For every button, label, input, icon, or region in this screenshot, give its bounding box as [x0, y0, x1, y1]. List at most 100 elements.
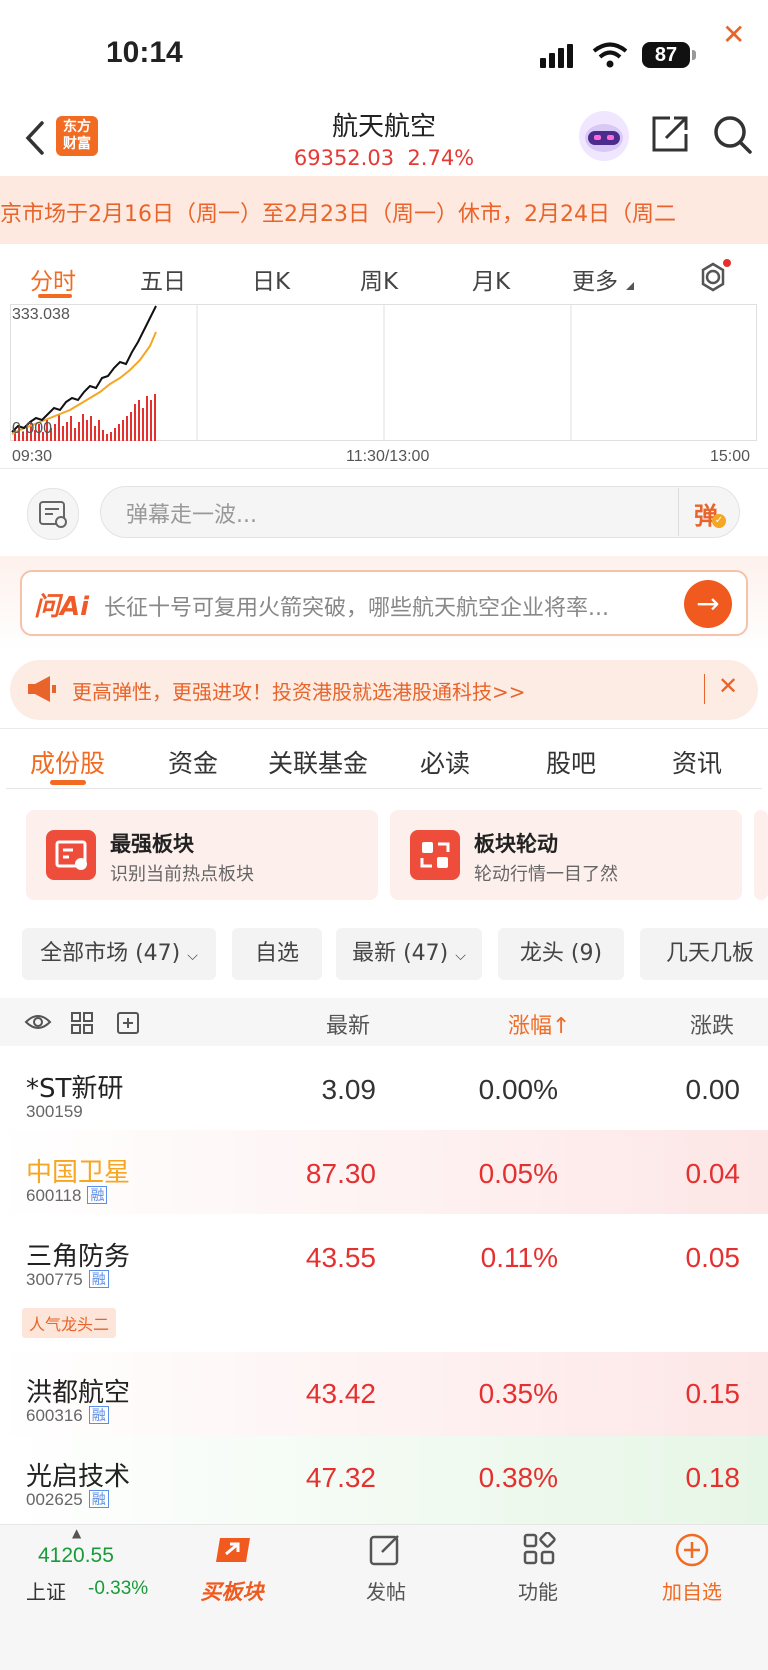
table-row[interactable]: 三角防务 300775 融 人气龙头二 43.55 0.11% 0.05	[0, 1214, 768, 1352]
filter-watchlist[interactable]: 自选	[232, 928, 322, 980]
sse-index-change: -0.33%	[88, 1578, 149, 1599]
filter-latest[interactable]: 最新 (47) ⌵	[336, 928, 482, 980]
stock-name: 洪都航空	[26, 1378, 131, 1408]
sse-index-name: 上证	[26, 1580, 66, 1604]
buy-sector-icon	[216, 1538, 250, 1562]
add-all-icon[interactable]	[116, 1011, 140, 1035]
market-notice-banner[interactable]: 京市场于2月16日（周一）至2月23日（周一）休市，2月24日（周二	[0, 176, 768, 244]
tab-more[interactable]: 更多	[572, 262, 618, 296]
stock-name: *ST新研	[26, 1074, 124, 1104]
battery-icon: 87	[642, 42, 690, 68]
promo-close-icon[interactable]: ✕	[718, 672, 738, 700]
settings-icon[interactable]	[696, 258, 732, 294]
time-start-label: 09:30	[12, 448, 53, 465]
index-change: 2.74%	[407, 146, 475, 170]
danmaku-settings-button[interactable]	[27, 488, 79, 540]
card-subtitle: 识别当前热点板块	[110, 864, 254, 885]
functions-button[interactable]: 功能	[488, 1576, 588, 1605]
tab-underline	[38, 294, 72, 298]
divider	[6, 788, 762, 789]
robot-assistant-icon[interactable]	[578, 110, 630, 162]
margin-badge: 融	[87, 1186, 108, 1204]
tab-constituents[interactable]: 成份股	[30, 744, 105, 780]
card-sector-rotation[interactable]: 板块轮动 轮动行情一目了然	[390, 810, 742, 900]
card-title: 板块轮动	[474, 832, 558, 856]
filter-label: 全部市场 (47)	[40, 941, 181, 966]
column-latest[interactable]: 最新	[326, 1008, 370, 1040]
eye-icon[interactable]	[24, 1012, 52, 1032]
tab-forum[interactable]: 股吧	[546, 744, 596, 780]
ai-go-button[interactable]: →	[684, 580, 732, 628]
section-tab-underline	[50, 780, 86, 785]
code-text: 600118	[26, 1186, 82, 1205]
code-text: 002625	[26, 1490, 83, 1509]
divider	[0, 468, 768, 469]
promo-text: 更高弹性，更强进攻！投资港股就选港股通科技>>	[72, 680, 526, 704]
stock-price: 47.32	[305, 1462, 376, 1493]
stock-code: 300775 融	[26, 1270, 109, 1290]
tab-five-day[interactable]: 五日	[140, 262, 186, 296]
time-mid-label: 11:30/13:00	[346, 448, 430, 465]
danmaku-settings-icon	[39, 501, 67, 528]
chart-high-label: 333.038	[12, 306, 70, 323]
card-strongest-sector[interactable]: 最强板块 识别当前热点板块	[26, 810, 378, 900]
megaphone-icon	[28, 676, 56, 702]
post-button[interactable]: 发帖	[336, 1576, 436, 1605]
table-row[interactable]: 洪都航空 600316 融 43.42 0.35% 0.15	[0, 1352, 768, 1436]
stock-change: 0.00	[685, 1074, 741, 1105]
index-expand-icon[interactable]: ▲	[72, 1526, 81, 1540]
tab-related-funds[interactable]: 关联基金	[268, 744, 368, 780]
intraday-chart[interactable]	[10, 304, 758, 442]
signal-icon	[540, 44, 573, 68]
notice-close-icon[interactable]: ✕	[722, 18, 745, 51]
table-row[interactable]: 光启技术 002625 融 47.32 0.38% 0.18	[0, 1436, 768, 1524]
stock-change-pct: 0.11%	[480, 1242, 558, 1273]
stock-change: 0.04	[685, 1158, 741, 1189]
sector-chart-icon	[46, 830, 96, 880]
search-icon[interactable]	[712, 114, 754, 156]
column-change[interactable]: 涨跌	[690, 1008, 734, 1040]
filter-all-markets[interactable]: 全部市场 (47) ⌵	[22, 928, 216, 980]
tab-weekly-k[interactable]: 周K	[360, 262, 398, 296]
tab-intraday[interactable]: 分时	[30, 262, 76, 296]
filter-consecutive-limit[interactable]: 几天几板	[640, 928, 768, 980]
tab-news[interactable]: 资讯	[672, 744, 722, 780]
stock-code: 600316 融	[26, 1406, 109, 1426]
sse-index-value[interactable]: 4120.55	[38, 1544, 114, 1568]
grid-view-icon[interactable]	[70, 1011, 94, 1035]
wifi-icon	[592, 42, 628, 68]
stock-name: 三角防务	[26, 1242, 131, 1272]
card-partial[interactable]	[754, 810, 768, 900]
tab-monthly-k[interactable]: 月K	[472, 262, 510, 296]
functions-icon	[523, 1532, 556, 1565]
table-row[interactable]: 中国卫星 600118 融 87.30 0.05% 0.04	[0, 1130, 768, 1214]
margin-badge: 融	[88, 1490, 109, 1508]
danmaku-placeholder: 弹幕走一波...	[126, 503, 257, 528]
buy-sector-button[interactable]: 买板块	[182, 1576, 282, 1606]
card-title: 最强板块	[110, 832, 194, 856]
stock-code: 002625 融	[26, 1490, 109, 1510]
promo-separator	[704, 674, 705, 704]
filter-leaders[interactable]: 龙头 (9)	[498, 928, 624, 980]
tab-capital[interactable]: 资金	[168, 744, 218, 780]
code-text: 300775	[26, 1270, 83, 1289]
stock-price: 3.09	[321, 1074, 377, 1105]
stock-code: 300159	[26, 1102, 83, 1121]
compose-icon	[369, 1535, 399, 1566]
stock-code: 600118 融	[26, 1186, 108, 1206]
stock-change: 0.05	[685, 1242, 741, 1273]
ai-logo: 问Ai	[34, 592, 90, 622]
more-dropdown-icon	[626, 282, 634, 290]
share-icon[interactable]	[650, 114, 690, 154]
stock-price: 43.42	[305, 1378, 376, 1409]
column-change-pct[interactable]: 涨幅↑	[508, 1008, 570, 1040]
notice-text: 京市场于2月16日（周一）至2月23日（周一）休市，2月24日（周二	[0, 202, 676, 227]
table-row[interactable]: *ST新研 300159 3.09 0.00% 0.00	[0, 1046, 768, 1130]
add-watchlist-button[interactable]: 加自选	[642, 1576, 742, 1605]
stock-name: 中国卫星	[26, 1158, 131, 1188]
tab-must-read[interactable]: 必读	[420, 744, 470, 780]
card-subtitle: 轮动行情一目了然	[474, 864, 618, 885]
danmaku-check-icon: ✓	[712, 514, 726, 528]
stock-change: 0.15	[685, 1378, 741, 1409]
tab-daily-k[interactable]: 日K	[252, 262, 290, 296]
